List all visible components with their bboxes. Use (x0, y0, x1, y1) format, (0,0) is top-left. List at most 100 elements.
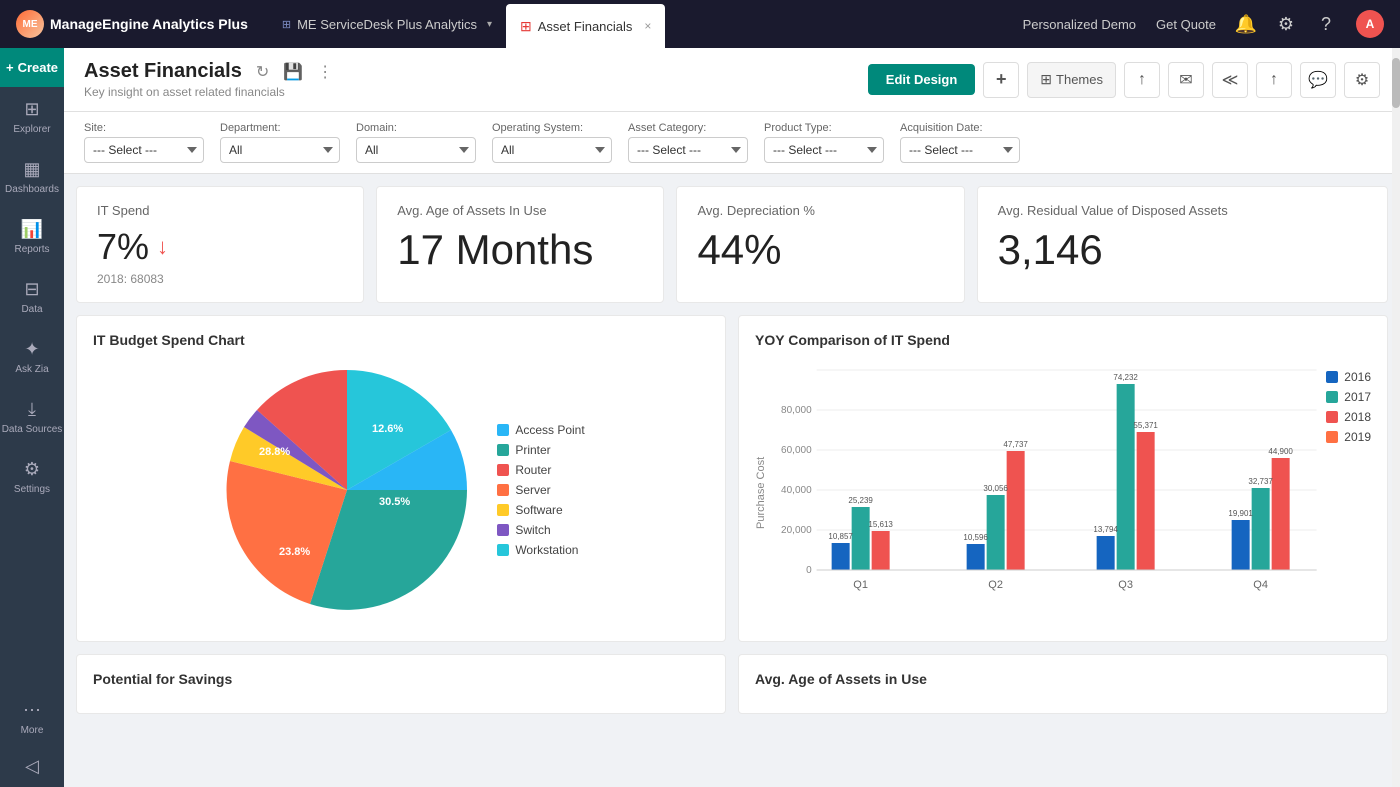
site-select[interactable]: --- Select --- Site 1 Site 2 (84, 137, 204, 163)
save-icon[interactable]: 💾 (283, 62, 303, 82)
nav-tab-asset-financials[interactable]: ⊞ Asset Financials × (506, 4, 665, 48)
dashboards-icon: ▦ (23, 159, 40, 180)
product-type-select[interactable]: --- Select --- Router Server (764, 137, 884, 163)
settings-nav-icon[interactable]: ⚙ (1276, 14, 1296, 34)
main-content: Asset Financials ↻ 💾 ⋮ Key insight on as… (64, 48, 1400, 787)
legend-label-workstation: Workstation (515, 543, 578, 557)
themes-label: Themes (1056, 72, 1103, 87)
scrollbar-thumb[interactable] (1392, 58, 1400, 108)
acquisition-date-select[interactable]: --- Select --- 2018 2019 (900, 137, 1020, 163)
bar-legend-dot-2018 (1326, 411, 1338, 423)
dashboards-label: Dashboards (5, 184, 59, 195)
user-avatar[interactable]: A (1356, 10, 1384, 38)
filter-department: Department: All IT HR (220, 122, 340, 163)
header-bar: Asset Financials ↻ 💾 ⋮ Key insight on as… (64, 48, 1400, 112)
domain-select[interactable]: All Domain 1 (356, 137, 476, 163)
tab-close-icon[interactable]: × (644, 19, 651, 33)
bar-chart-svg-wrapper: 0 20,000 40,000 60,000 80,000 (775, 360, 1318, 625)
bar-q1-2016 (832, 543, 850, 570)
brand-name: ManageEngine Analytics Plus (50, 16, 248, 32)
legend-dot-workstation (497, 544, 509, 556)
more-label: More (21, 725, 44, 736)
help-icon[interactable]: ? (1316, 14, 1336, 34)
legend-label-access-point: Access Point (515, 423, 584, 437)
more-options-icon[interactable]: ⋮ (317, 62, 333, 82)
personalized-demo-link[interactable]: Personalized Demo (1023, 17, 1136, 32)
bar-q3-2016 (1097, 536, 1115, 570)
svg-text:32,737: 32,737 (1248, 477, 1273, 486)
upload-button[interactable]: ↑ (1256, 62, 1292, 98)
kpi-residual-label: Avg. Residual Value of Disposed Assets (998, 203, 1367, 218)
kpi-it-spend: IT Spend 7% ↓ 2018: 68083 (76, 186, 364, 303)
sidebar: + Create ⊞ Explorer ▦ Dashboards 📊 Repor… (0, 48, 64, 787)
create-label: Create (18, 60, 58, 75)
kpi-depreciation-label: Avg. Depreciation % (697, 203, 943, 218)
notification-icon[interactable]: 🔔 (1236, 14, 1256, 34)
bar-legend: 2016 2017 2018 (1326, 360, 1371, 625)
themes-button[interactable]: ⊞ Themes (1027, 62, 1116, 98)
comment-button[interactable]: 💬 (1300, 62, 1336, 98)
svg-text:Q4: Q4 (1253, 579, 1268, 591)
page-subtitle: Key insight on asset related financials (84, 85, 333, 99)
sidebar-item-more[interactable]: ⋯ More (21, 690, 44, 746)
main-layout: + Create ⊞ Explorer ▦ Dashboards 📊 Repor… (0, 48, 1400, 787)
legend-dot-printer (497, 444, 509, 456)
svg-text:74,232: 74,232 (1113, 373, 1138, 382)
department-label: Department: (220, 122, 340, 134)
bar-q3-2018 (1137, 432, 1155, 570)
legend-server: Server (497, 483, 584, 497)
os-select[interactable]: All Windows Linux (492, 137, 612, 163)
pie-chart-svg: 12.6% 30.5% 23.8% 28.8% (217, 360, 477, 620)
email-button[interactable]: ✉ (1168, 62, 1204, 98)
kpi-row: IT Spend 7% ↓ 2018: 68083 Avg. Age of As… (76, 186, 1388, 303)
refresh-icon[interactable]: ↻ (256, 62, 269, 82)
sidebar-item-collapse[interactable]: ◁ (21, 746, 44, 787)
export-button[interactable]: ↑ (1124, 62, 1160, 98)
legend-router: Router (497, 463, 584, 477)
edit-design-button[interactable]: Edit Design (868, 64, 976, 95)
sidebar-item-dashboards[interactable]: ▦ Dashboards (0, 147, 64, 207)
bar-q4-2018 (1272, 458, 1290, 570)
legend-label-printer: Printer (515, 443, 550, 457)
bar-q2-2016 (967, 544, 985, 570)
dashboard-content: IT Spend 7% ↓ 2018: 68083 Avg. Age of As… (64, 174, 1400, 787)
sidebar-item-explorer[interactable]: ⊞ Explorer (0, 87, 64, 147)
legend-dot-switch (497, 524, 509, 536)
scrollbar-track[interactable] (1392, 48, 1400, 787)
department-select[interactable]: All IT HR (220, 137, 340, 163)
sidebar-item-data-sources[interactable]: ⤓ Data Sources (0, 387, 64, 447)
nav-right-actions: Personalized Demo Get Quote 🔔 ⚙ ? A (1023, 10, 1384, 38)
product-type-label: Product Type: (764, 122, 884, 134)
legend-dot-software (497, 504, 509, 516)
asset-category-select[interactable]: --- Select --- Hardware Software (628, 137, 748, 163)
kpi-avg-age: Avg. Age of Assets In Use 17 Months (376, 186, 664, 303)
os-label: Operating System: (492, 122, 612, 134)
settings-header-button[interactable]: ⚙ (1344, 62, 1380, 98)
svg-text:10,857: 10,857 (828, 532, 853, 541)
sidebar-item-reports[interactable]: 📊 Reports (0, 207, 64, 267)
svg-text:Q2: Q2 (988, 579, 1003, 591)
pie-legend: Access Point Printer Router (497, 423, 584, 557)
filter-product-type: Product Type: --- Select --- Router Serv… (764, 122, 884, 163)
asset-category-label: Asset Category: (628, 122, 748, 134)
bar-chart-title: YOY Comparison of IT Spend (755, 332, 1371, 348)
reports-icon: 📊 (21, 219, 43, 240)
kpi-residual-value: Avg. Residual Value of Disposed Assets 3… (977, 186, 1388, 303)
create-button[interactable]: + Create (0, 48, 64, 87)
sidebar-item-ask-zia[interactable]: ✦ Ask Zia (0, 327, 64, 387)
nav-tab-servicedesk[interactable]: ⊞ ME ServiceDesk Plus Analytics ▾ (268, 0, 506, 48)
add-widget-button[interactable]: + (983, 62, 1019, 98)
sidebar-item-data[interactable]: ⊟ Data (0, 267, 64, 327)
sidebar-item-settings[interactable]: ⚙ Settings (0, 447, 64, 507)
bar-q2-2018 (1007, 451, 1025, 570)
share-button[interactable]: ≪ (1212, 62, 1248, 98)
svg-text:Q1: Q1 (853, 579, 868, 591)
pie-label-workstation: 28.8% (259, 446, 290, 458)
potential-savings-title: Potential for Savings (93, 671, 709, 687)
brand-logo-icon: ME (16, 10, 44, 38)
get-quote-link[interactable]: Get Quote (1156, 17, 1216, 32)
kpi-it-spend-label: IT Spend (97, 203, 343, 218)
settings-label: Settings (14, 484, 50, 495)
ask-zia-icon: ✦ (24, 339, 39, 360)
charts-row: IT Budget Spend Chart (76, 315, 1388, 642)
